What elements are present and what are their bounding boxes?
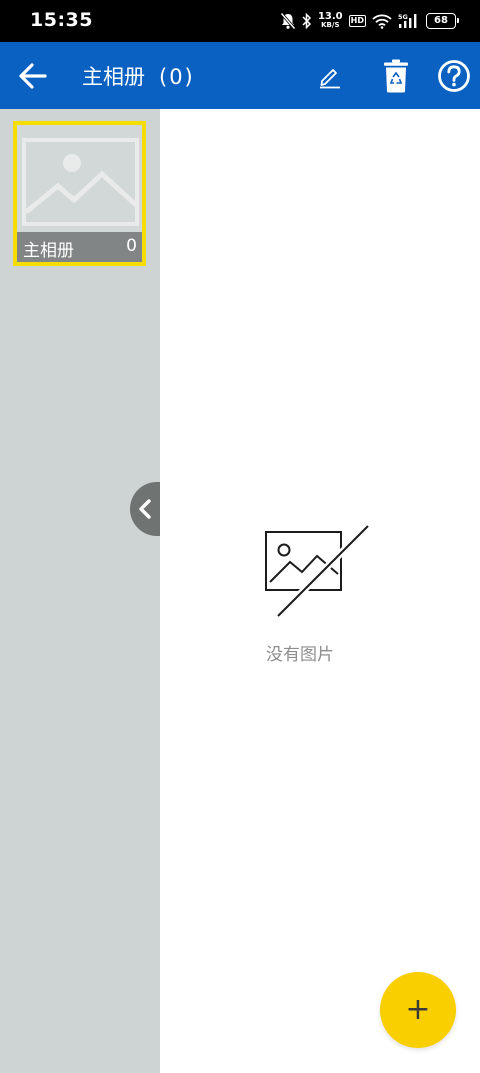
album-name: 主相册 [23, 241, 74, 261]
collapse-sidebar-button[interactable] [130, 482, 160, 536]
image-placeholder-icon [22, 138, 139, 226]
empty-state-message: 没有图片 [266, 645, 334, 665]
back-button[interactable] [8, 42, 58, 109]
status-bar: 15:35 13.0 KB/S HD 5G 68 [0, 0, 480, 42]
help-button[interactable] [430, 42, 478, 109]
album-item-main[interactable]: 主相册 0 [13, 121, 146, 266]
photo-count: (0) [159, 65, 195, 89]
wifi-icon [372, 14, 392, 29]
bell-off-icon [280, 12, 296, 30]
album-sidebar: 主相册 0 [0, 109, 160, 1073]
net-speed: 13.0 KB/S [317, 11, 343, 30]
back-arrow-icon [19, 62, 47, 89]
status-time: 15:35 [30, 9, 93, 31]
edit-button[interactable] [306, 42, 354, 109]
hd-badge: HD [348, 15, 366, 27]
status-icons: 13.0 KB/S HD 5G 68 [280, 10, 459, 32]
app-toolbar: 主相册 (0) [0, 42, 480, 109]
help-icon [438, 59, 470, 92]
net-speed-value: 13.0 [317, 11, 343, 22]
add-photo-button[interactable]: + [380, 972, 456, 1048]
album-title: 主相册 [82, 65, 145, 89]
plus-icon: + [405, 992, 431, 1027]
recycle-bin-button[interactable] [372, 42, 420, 109]
album-caption: 主相册 0 [17, 232, 142, 262]
signal-badge: 5G [398, 13, 408, 21]
signal-icon: 5G [398, 13, 420, 29]
battery-icon: 68 [426, 13, 459, 29]
recycle-bin-icon [384, 59, 408, 92]
net-speed-unit: KB/S [321, 21, 340, 29]
edit-pencil-icon [320, 68, 340, 88]
page-title: 主相册 (0) [82, 61, 195, 91]
bluetooth-icon [302, 13, 312, 29]
album-count: 0 [126, 236, 137, 256]
no-image-icon [265, 523, 371, 619]
chevron-left-icon [139, 499, 151, 519]
